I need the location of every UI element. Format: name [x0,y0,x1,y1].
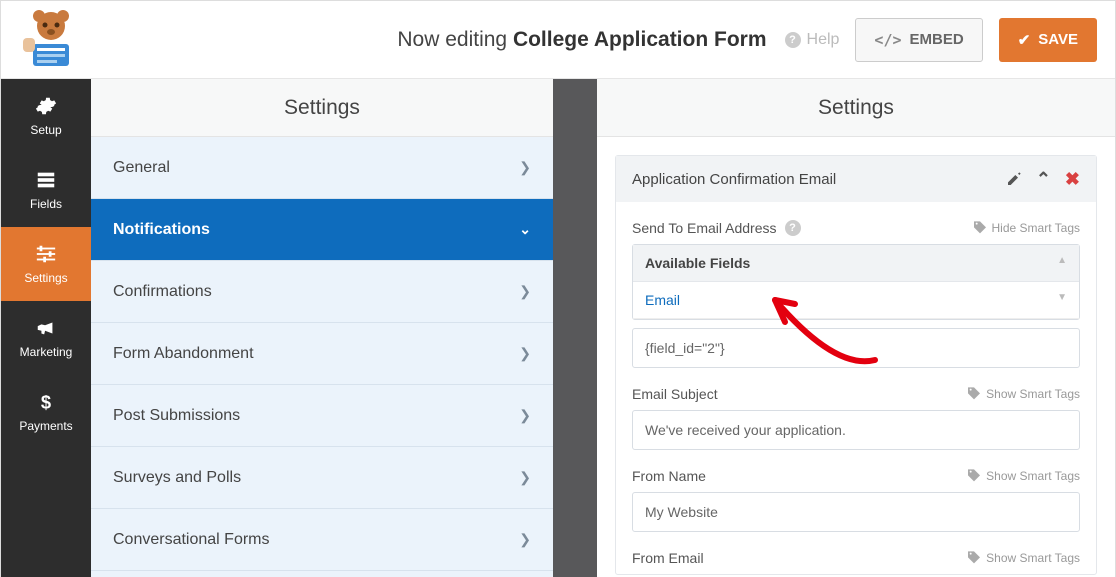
send-to-input[interactable] [632,328,1080,368]
subject-input[interactable] [632,410,1080,450]
hide-smart-tags[interactable]: Hide Smart Tags [972,220,1080,236]
chevron-right-icon: ❯ [519,283,531,300]
show-smart-tags[interactable]: Show Smart Tags [966,386,1080,402]
rail-fields-label: Fields [30,197,62,211]
tag-icon [972,220,988,236]
content-title: Settings [597,79,1115,137]
settings-form-abandonment[interactable]: Form Abandonment ❯ [91,323,553,385]
editing-prefix: Now editing [397,28,507,51]
chevron-right-icon: ❯ [519,345,531,362]
from-email-row: From Email Show Smart Tags [632,550,1080,566]
save-label: SAVE [1038,31,1078,48]
settings-notifications[interactable]: Notifications ⌄ [91,199,553,261]
rail-marketing-label: Marketing [20,345,73,359]
item-label: Surveys and Polls [113,469,241,487]
from-name-label: From Name [632,468,706,484]
item-label: General [113,159,170,177]
show-smart-tags[interactable]: Show Smart Tags [966,468,1080,484]
panel-title: Settings [91,79,553,137]
card-body: Send To Email Address ? Hide Smart Tags … [616,202,1096,566]
settings-general[interactable]: General ❯ [91,137,553,199]
tag-icon [966,468,982,484]
gutter [553,79,597,577]
subject-row: Email Subject Show Smart Tags [632,386,1080,450]
sliders-icon [35,243,57,265]
available-fields-box: Available Fields ▲ Email ▼ [632,244,1080,320]
help-link[interactable]: ? Help [785,31,840,49]
chevron-right-icon: ❯ [519,407,531,424]
rail-payments-label: Payments [19,419,72,433]
notification-card: Application Confirmation Email ⌃ ✖ Send … [615,155,1097,575]
settings-panel: Settings General ❯ Notifications ⌄ Confi… [91,79,553,577]
settings-list: General ❯ Notifications ⌄ Confirmations … [91,137,553,577]
dollar-icon: $ [35,391,57,413]
item-label: Notifications [113,221,210,239]
from-name-row: From Name Show Smart Tags [632,468,1080,532]
close-icon[interactable]: ✖ [1065,169,1080,190]
rail-setup-label: Setup [30,123,61,137]
rail-fields[interactable]: Fields [1,153,91,227]
card-header: Application Confirmation Email ⌃ ✖ [616,156,1096,202]
chevron-right-icon: ❯ [519,531,531,548]
from-name-input[interactable] [632,492,1080,532]
editing-label: Now editing College Application Form [397,28,766,52]
code-icon: </> [874,31,901,49]
available-fields-header: Available Fields ▲ [633,245,1079,282]
help-label: Help [807,31,840,49]
chevron-up-icon[interactable]: ⌃ [1036,169,1051,190]
triangle-down-icon: ▼ [1057,292,1067,308]
chevron-right-icon: ❯ [519,469,531,486]
item-label: Form Abandonment [113,345,254,363]
embed-button[interactable]: </> EMBED [855,18,982,62]
triangle-up-icon[interactable]: ▲ [1057,255,1067,271]
list-icon [35,169,57,191]
save-button[interactable]: ✔ SAVE [999,18,1097,62]
item-label: Post Submissions [113,407,240,425]
settings-confirmations[interactable]: Confirmations ❯ [91,261,553,323]
rail-payments[interactable]: $ Payments [1,375,91,449]
show-smart-tags[interactable]: Show Smart Tags [966,550,1080,566]
help-icon[interactable]: ? [785,220,801,236]
item-label: Confirmations [113,283,212,301]
item-label: Conversational Forms [113,531,270,549]
gear-icon [35,95,57,117]
rail-settings-label: Settings [24,271,67,285]
tag-icon [966,550,982,566]
embed-label: EMBED [910,31,964,48]
left-rail: Setup Fields Settings Marketing $ Paymen… [1,79,91,577]
app-logo [19,8,83,72]
available-field-email[interactable]: Email ▼ [633,282,1079,319]
form-name: College Application Form [513,28,767,51]
chevron-right-icon: ❯ [519,159,531,176]
settings-post-submissions[interactable]: Post Submissions ❯ [91,385,553,447]
check-icon: ✔ [1018,31,1031,49]
content-area: Settings Application Confirmation Email … [597,79,1115,577]
pencil-icon[interactable] [1006,171,1022,187]
send-to-row: Send To Email Address ? Hide Smart Tags … [632,220,1080,368]
svg-text:$: $ [41,391,51,412]
subject-label: Email Subject [632,386,718,402]
rail-marketing[interactable]: Marketing [1,301,91,375]
settings-conversational[interactable]: Conversational Forms ❯ [91,509,553,571]
tag-icon [966,386,982,402]
help-icon: ? [785,32,801,48]
main-area: Setup Fields Settings Marketing $ Paymen… [1,79,1115,577]
send-to-label: Send To Email Address ? [632,220,801,236]
from-email-label: From Email [632,550,704,566]
chevron-down-icon: ⌄ [519,221,531,238]
settings-surveys-polls[interactable]: Surveys and Polls ❯ [91,447,553,509]
rail-settings[interactable]: Settings [1,227,91,301]
top-bar: Now editing College Application Form ? H… [1,1,1115,79]
card-title: Application Confirmation Email [632,171,836,188]
rail-setup[interactable]: Setup [1,79,91,153]
bullhorn-icon [35,317,57,339]
